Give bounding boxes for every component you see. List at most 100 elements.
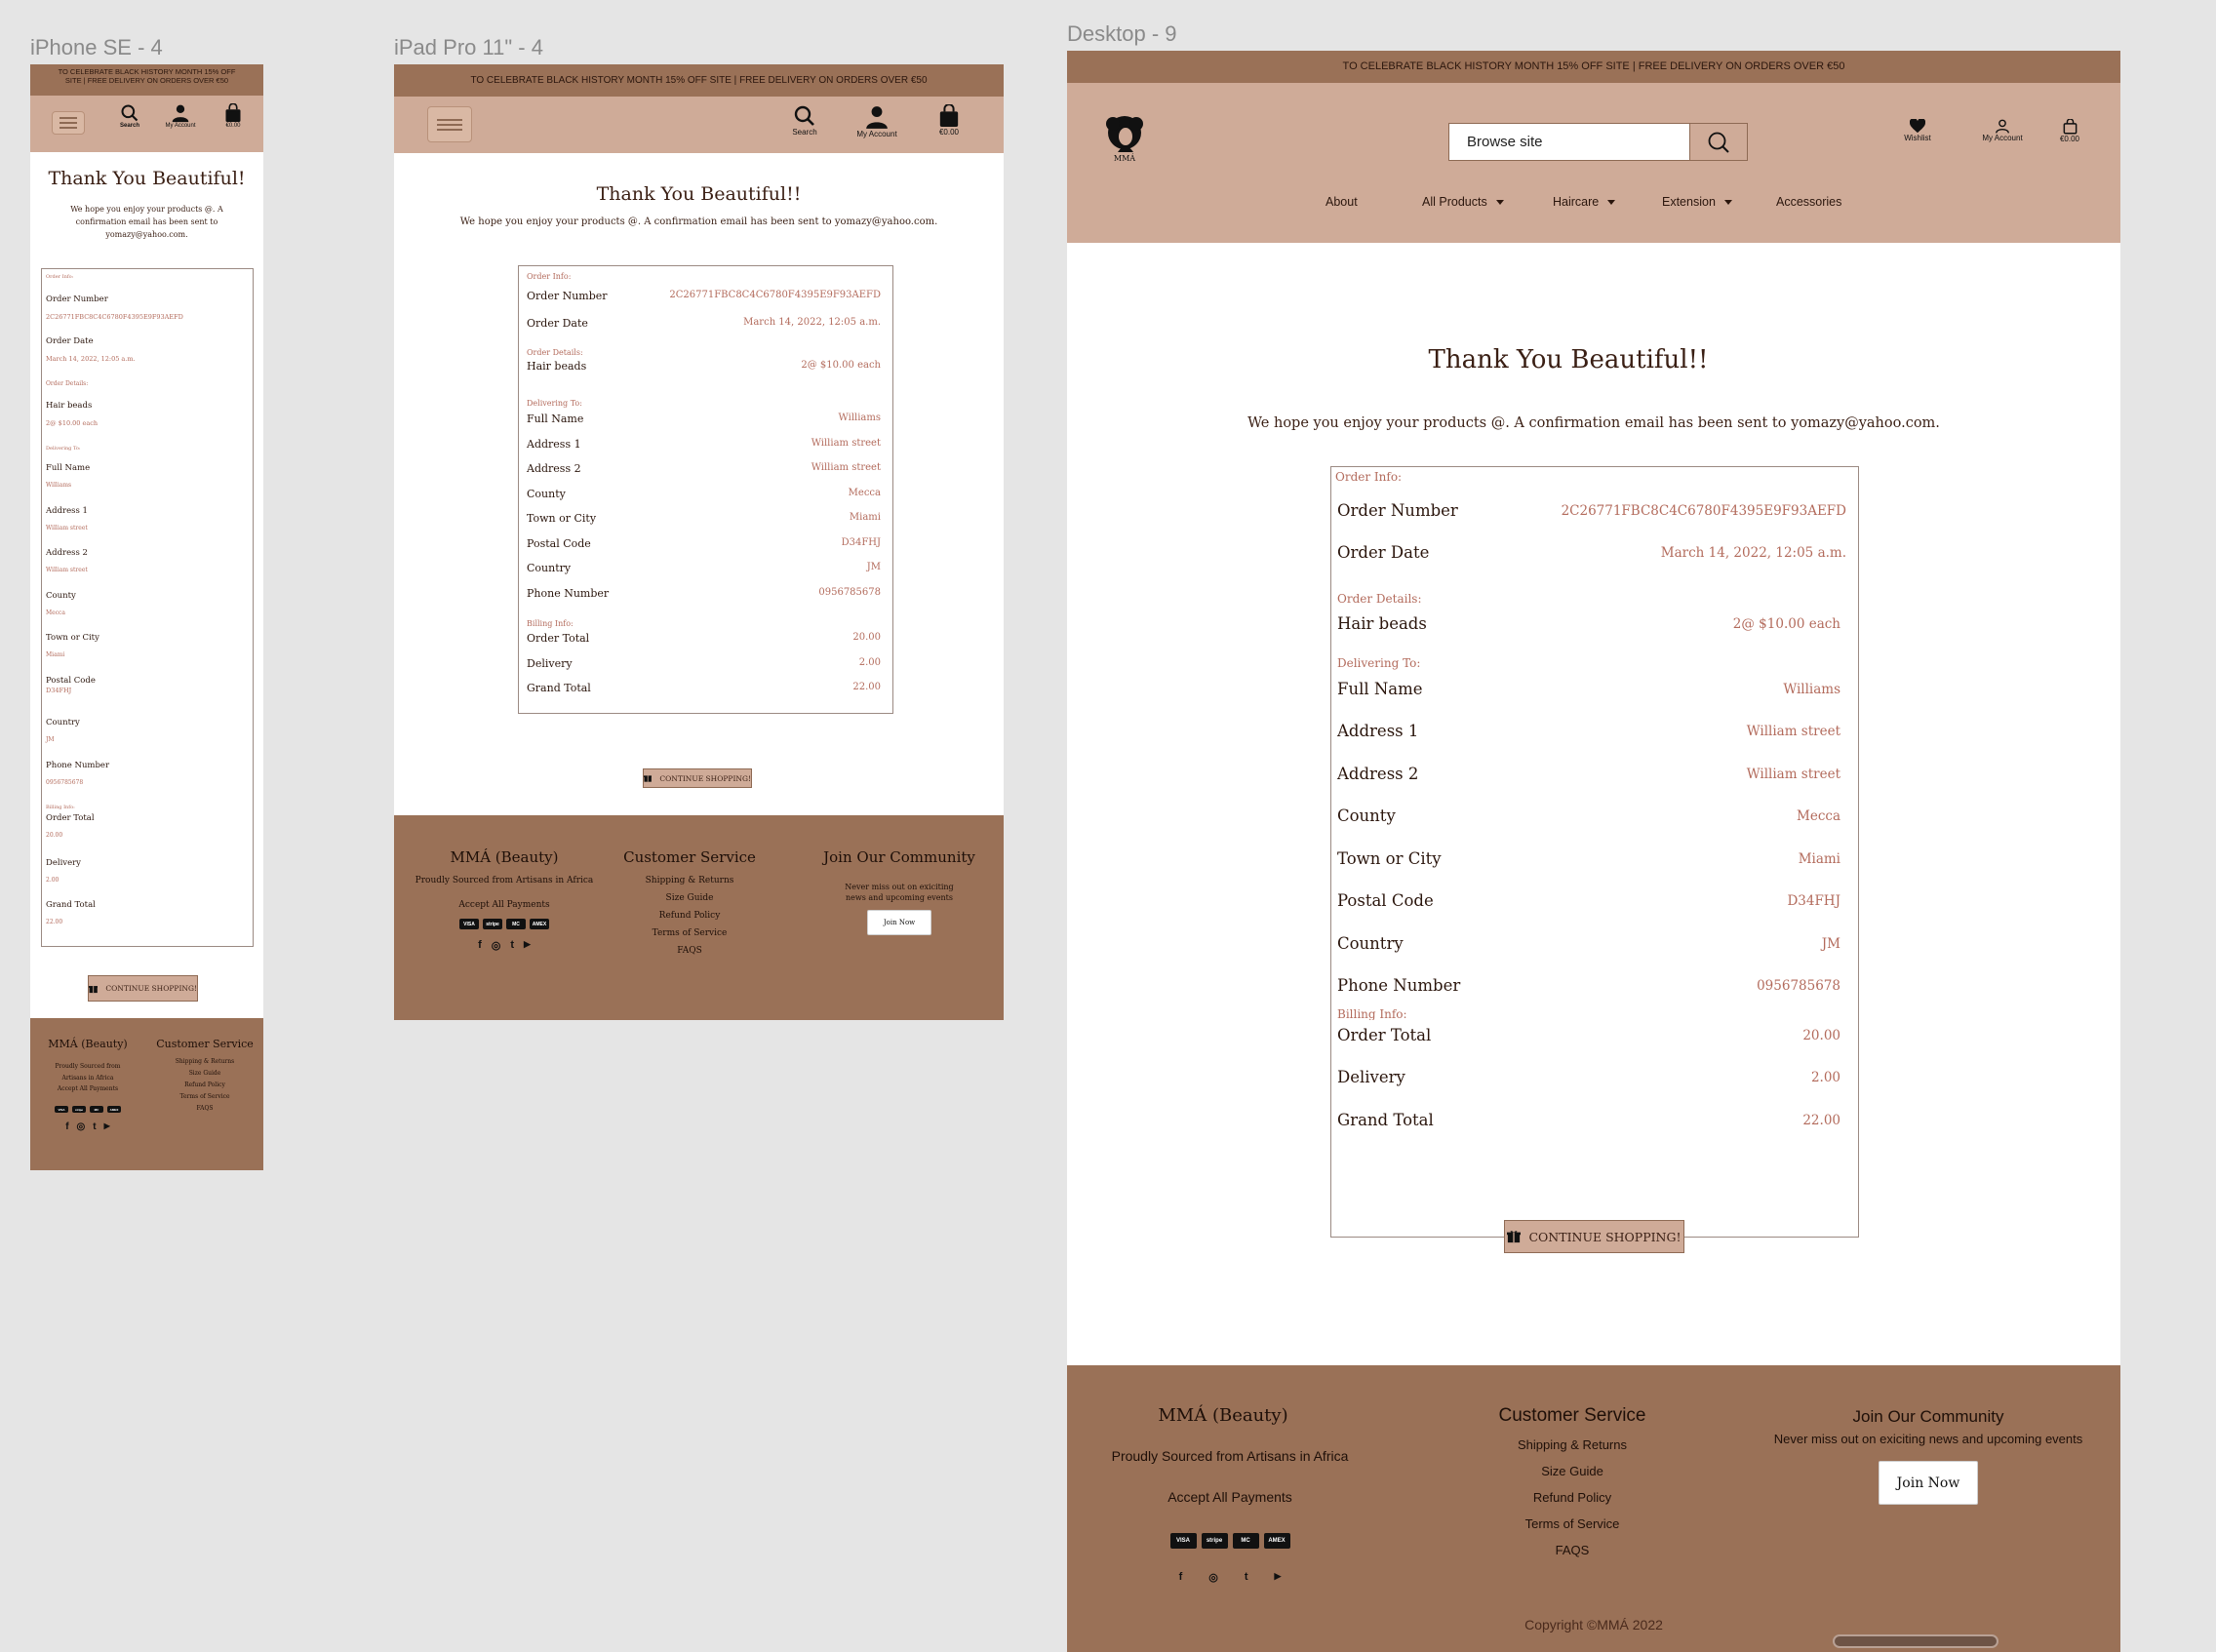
footer-link-size[interactable]: Size Guide bbox=[1465, 1464, 1680, 1478]
search-input[interactable]: Browse site bbox=[1448, 123, 1690, 161]
instagram-icon[interactable]: ◎ bbox=[1208, 1571, 1218, 1584]
cart-button[interactable]: €0.00 bbox=[221, 103, 245, 129]
delivery-value: 2.00 bbox=[858, 657, 881, 668]
continue-shopping-button[interactable]: CONTINUE SHOPPING! bbox=[88, 975, 198, 1002]
main-nav: About All Products Haircare Extension Ac… bbox=[1326, 195, 1841, 209]
visa-icon: VISA bbox=[1169, 1533, 1197, 1549]
continue-label: CONTINUE SHOPPING! bbox=[105, 984, 197, 993]
tablet-frame: TO CELEBRATE BLACK HISTORY MONTH 15% OFF… bbox=[394, 64, 1004, 1020]
footer-link-size[interactable]: Size Guide bbox=[147, 1070, 262, 1077]
order-total-value: 20.00 bbox=[46, 832, 63, 839]
menu-button[interactable] bbox=[52, 111, 85, 135]
footer-link-terms[interactable]: Terms of Service bbox=[147, 1093, 262, 1100]
item-qty: 2@ $10.00 each bbox=[801, 360, 881, 371]
grand-total-value: 22.00 bbox=[1802, 1113, 1840, 1128]
gift-icon bbox=[89, 985, 99, 993]
social-icons: f ◎ t ▶ bbox=[34, 1121, 141, 1132]
footer-link-refund[interactable]: Refund Policy bbox=[147, 1082, 262, 1088]
footer-community-title: Join Our Community bbox=[1852, 1407, 2004, 1426]
order-summary-box: Order Info: Order Number 2C26771FBC8C4C67… bbox=[1330, 466, 1859, 1024]
grand-total-label: Grand Total bbox=[1337, 1111, 1434, 1129]
youtube-icon[interactable]: ▶ bbox=[524, 939, 531, 952]
search-label: Search bbox=[792, 128, 817, 137]
footer-community-title: Join Our Community bbox=[823, 848, 975, 866]
phone-value: 0956785678 bbox=[818, 587, 881, 598]
footer-link-terms[interactable]: Terms of Service bbox=[1465, 1516, 1680, 1531]
nav-all-products[interactable]: All Products bbox=[1422, 195, 1553, 209]
footer-service-col: Customer Service Shipping & Returns Size… bbox=[614, 848, 765, 956]
mastercard-icon: MC bbox=[506, 919, 526, 929]
twitter-icon[interactable]: t bbox=[1245, 1571, 1248, 1584]
footer-link-shipping[interactable]: Shipping & Returns bbox=[614, 876, 765, 885]
address1-label: Address 1 bbox=[527, 438, 581, 451]
full-name-value: Williams bbox=[1783, 682, 1840, 697]
billing-label: Billing Info: bbox=[527, 619, 574, 628]
youtube-icon[interactable]: ▶ bbox=[1275, 1571, 1282, 1584]
footer-link-faqs[interactable]: FAQS bbox=[1465, 1543, 1680, 1557]
footer-service-title: Customer Service bbox=[623, 848, 756, 866]
nav-about-label: About bbox=[1326, 195, 1358, 209]
address2-value: William street bbox=[46, 567, 88, 573]
continue-shopping-button[interactable]: CONTINUE SHOPPING! bbox=[643, 768, 752, 788]
footer-brand: MMÁ (Beauty) bbox=[450, 848, 559, 866]
footer-link-faqs[interactable]: FAQS bbox=[614, 946, 765, 956]
footer-link-refund[interactable]: Refund Policy bbox=[614, 911, 765, 921]
twitter-icon[interactable]: t bbox=[510, 939, 514, 952]
confirmation-message: We hope you enjoy your products @. A con… bbox=[1247, 415, 1940, 431]
wishlist-button[interactable]: Wishlist bbox=[1898, 119, 1937, 142]
search-button[interactable]: Search bbox=[790, 104, 819, 137]
payment-icons: VISA stripe MC AMEX bbox=[1087, 1533, 1373, 1549]
footer-service-col: Customer Service Shipping & Returns Size… bbox=[1465, 1405, 1680, 1557]
phone-value: 0956785678 bbox=[1757, 978, 1840, 994]
logo[interactable]: MMÁ bbox=[1100, 115, 1149, 164]
nav-accessories[interactable]: Accessories bbox=[1776, 195, 1841, 209]
nav-extension[interactable]: Extension bbox=[1662, 195, 1776, 209]
horizontal-scrollbar[interactable] bbox=[1833, 1634, 1998, 1648]
footer-link-size[interactable]: Size Guide bbox=[614, 893, 765, 903]
nav-haircare[interactable]: Haircare bbox=[1553, 195, 1662, 209]
order-date-label: Order Date bbox=[1337, 543, 1430, 562]
footer-link-shipping[interactable]: Shipping & Returns bbox=[147, 1058, 262, 1065]
search-button[interactable]: Search bbox=[116, 103, 143, 129]
grand-total-value: 22.00 bbox=[46, 919, 63, 925]
cart-button[interactable]: €0.00 bbox=[2055, 119, 2084, 143]
footer-tagline: Proudly Sourced from Artisans in Africa bbox=[1111, 1448, 1349, 1464]
instagram-icon[interactable]: ◎ bbox=[77, 1121, 86, 1132]
menu-button[interactable] bbox=[427, 106, 472, 142]
order-info-label: Order Info: bbox=[1335, 470, 1403, 484]
order-date-label: Order Date bbox=[527, 317, 588, 330]
footer-link-terms[interactable]: Terms of Service bbox=[614, 928, 765, 938]
account-label: My Account bbox=[1982, 134, 2023, 142]
footer-link-refund[interactable]: Refund Policy bbox=[1465, 1490, 1680, 1505]
footer-community-text: Never miss out on exiciting news and upc… bbox=[845, 883, 954, 902]
footer-service-title: Customer Service bbox=[1498, 1405, 1646, 1426]
address1-value: William street bbox=[46, 525, 88, 531]
order-date-label: Order Date bbox=[46, 336, 94, 346]
facebook-icon[interactable]: f bbox=[478, 939, 482, 952]
footer-link-shipping[interactable]: Shipping & Returns bbox=[1465, 1437, 1680, 1452]
cart-button[interactable]: €0.00 bbox=[934, 104, 964, 137]
account-button[interactable]: My Account bbox=[852, 104, 901, 138]
youtube-icon[interactable]: ▶ bbox=[104, 1121, 110, 1132]
nav-about[interactable]: About bbox=[1326, 195, 1422, 209]
search-button[interactable] bbox=[1690, 123, 1748, 161]
facebook-icon[interactable]: f bbox=[1179, 1571, 1183, 1584]
cart-total: €0.00 bbox=[225, 123, 241, 129]
facebook-icon[interactable]: f bbox=[65, 1121, 68, 1132]
instagram-icon[interactable]: ◎ bbox=[492, 939, 501, 952]
mobile-frame: TO CELEBRATE BLACK HISTORY MONTH 15% OFF… bbox=[30, 64, 263, 1170]
join-now-button[interactable]: Join Now bbox=[1879, 1461, 1978, 1505]
account-button[interactable]: My Account bbox=[1973, 119, 2032, 142]
afro-woman-logo-icon bbox=[1106, 116, 1143, 152]
search-icon bbox=[1708, 132, 1729, 153]
billing-label: Billing Info: bbox=[1337, 1007, 1407, 1021]
account-button[interactable]: My Account bbox=[163, 103, 198, 129]
footer-link-faqs[interactable]: FAQS bbox=[147, 1105, 262, 1112]
mastercard-icon: MC bbox=[1232, 1533, 1259, 1549]
twitter-icon[interactable]: t bbox=[93, 1121, 96, 1132]
order-total-row: Order Total 20.00 bbox=[46, 813, 95, 839]
join-now-button[interactable]: Join Now bbox=[867, 910, 931, 935]
town-row: Town or City Miami bbox=[46, 633, 99, 658]
continue-shopping-button[interactable]: CONTINUE SHOPPING! bbox=[1504, 1220, 1684, 1253]
county-label: County bbox=[46, 591, 76, 601]
